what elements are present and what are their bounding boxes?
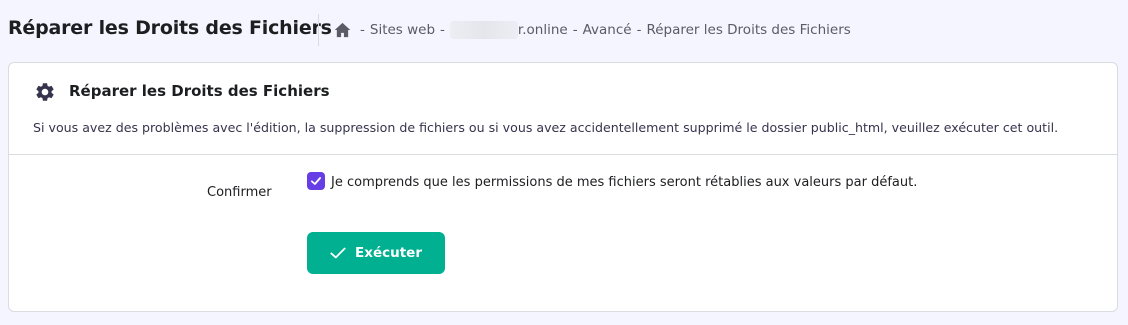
confirm-label: Confirmer xyxy=(207,185,272,200)
fix-permissions-card: Réparer les Droits des Fichiers Si vous … xyxy=(8,62,1118,312)
top-bar: Réparer les Droits des Fichiers - Sites … xyxy=(0,0,1128,62)
execute-button[interactable]: Exécuter xyxy=(307,232,445,274)
breadcrumb-current: Réparer les Droits des Fichiers xyxy=(646,22,851,38)
breadcrumb-sites-web[interactable]: Sites web xyxy=(370,22,435,38)
redacted-domain-mask xyxy=(449,21,518,39)
confirm-checkbox-label[interactable]: Je comprends que les permissions de mes … xyxy=(331,175,917,190)
gear-icon xyxy=(34,81,56,103)
confirm-checkbox[interactable] xyxy=(307,172,325,190)
breadcrumb-separator: - xyxy=(572,22,578,38)
breadcrumb-advanced[interactable]: Avancé xyxy=(583,22,632,38)
card-title: Réparer les Droits des Fichiers xyxy=(69,82,330,100)
check-icon xyxy=(330,246,346,260)
home-icon[interactable] xyxy=(334,22,351,38)
execute-button-label: Exécuter xyxy=(355,245,422,261)
breadcrumb-separator: - xyxy=(360,22,365,38)
page-title: Réparer les Droits des Fichiers xyxy=(8,17,332,39)
breadcrumb-separator: - xyxy=(636,22,642,38)
checkmark-icon xyxy=(310,177,322,185)
card-description: Si vous avez des problèmes avec l'éditio… xyxy=(33,120,1059,135)
header-divider xyxy=(318,14,319,46)
breadcrumb: - Sites web - r.online - Avancé - Répare… xyxy=(334,21,851,39)
breadcrumb-separator: - xyxy=(440,22,445,38)
card-header: Réparer les Droits des Fichiers Si vous … xyxy=(9,63,1117,155)
breadcrumb-domain[interactable]: r.online xyxy=(518,22,568,38)
